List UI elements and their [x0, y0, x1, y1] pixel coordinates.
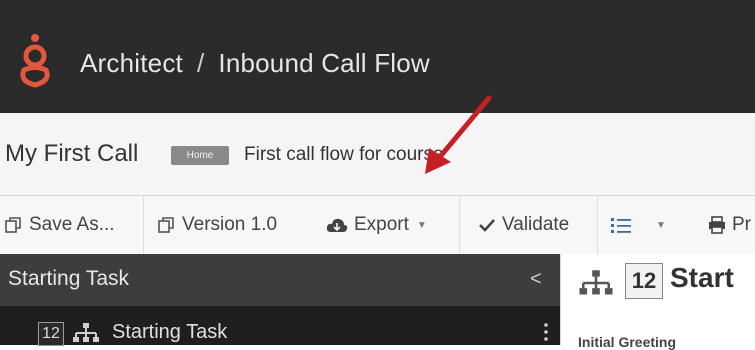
task-list-item-label: Starting Task	[112, 321, 228, 343]
list-view-dropdown[interactable]: ▼	[610, 196, 666, 254]
check-icon	[479, 219, 495, 232]
flow-description: First call flow for course	[244, 144, 444, 165]
validate-label: Validate	[502, 214, 570, 235]
toolbar-divider	[597, 196, 598, 254]
toolbar-divider	[143, 196, 144, 254]
export-dropdown[interactable]: Export ▼	[326, 196, 427, 254]
copy-icon	[158, 217, 174, 233]
save-as-label: Save As...	[29, 214, 115, 235]
chevron-down-icon: ▼	[416, 219, 427, 231]
breadcrumb-current: Inbound Call Flow	[218, 48, 430, 78]
task-panel-title: Starting Task	[8, 267, 130, 290]
hierarchy-icon	[579, 270, 613, 295]
save-as-button[interactable]: Save As...	[5, 196, 115, 254]
print-icon	[709, 216, 725, 234]
task-detail-subtitle: Initial Greeting	[578, 334, 677, 350]
version-button[interactable]: Version 1.0	[158, 196, 277, 254]
division-badge: Home	[171, 146, 229, 165]
task-number-badge: 12	[625, 263, 663, 299]
copy-icon	[5, 217, 21, 233]
collapse-panel-icon[interactable]: <	[530, 268, 542, 291]
chevron-down-icon: ▼	[656, 219, 666, 231]
toolbar-divider	[459, 196, 460, 254]
hierarchy-icon	[73, 323, 99, 342]
flow-name: My First Call	[5, 140, 139, 167]
more-options-icon[interactable]	[544, 322, 548, 342]
validate-button[interactable]: Validate	[478, 196, 569, 254]
annotation-arrow-icon	[425, 95, 492, 174]
version-label: Version 1.0	[182, 214, 278, 235]
print-label: Pr	[732, 214, 751, 235]
cloud-icon	[326, 218, 348, 232]
list-icon	[611, 218, 631, 233]
print-button[interactable]: Pr	[708, 196, 751, 254]
genesys-logo-icon[interactable]	[18, 32, 52, 90]
breadcrumb-root[interactable]: Architect	[80, 48, 183, 78]
task-number-badge: 12	[38, 322, 64, 346]
breadcrumb: Architect / Inbound Call Flow	[80, 48, 430, 79]
export-label: Export	[354, 214, 409, 235]
task-detail-title: Start	[670, 262, 734, 293]
breadcrumb-separator: /	[196, 48, 205, 78]
